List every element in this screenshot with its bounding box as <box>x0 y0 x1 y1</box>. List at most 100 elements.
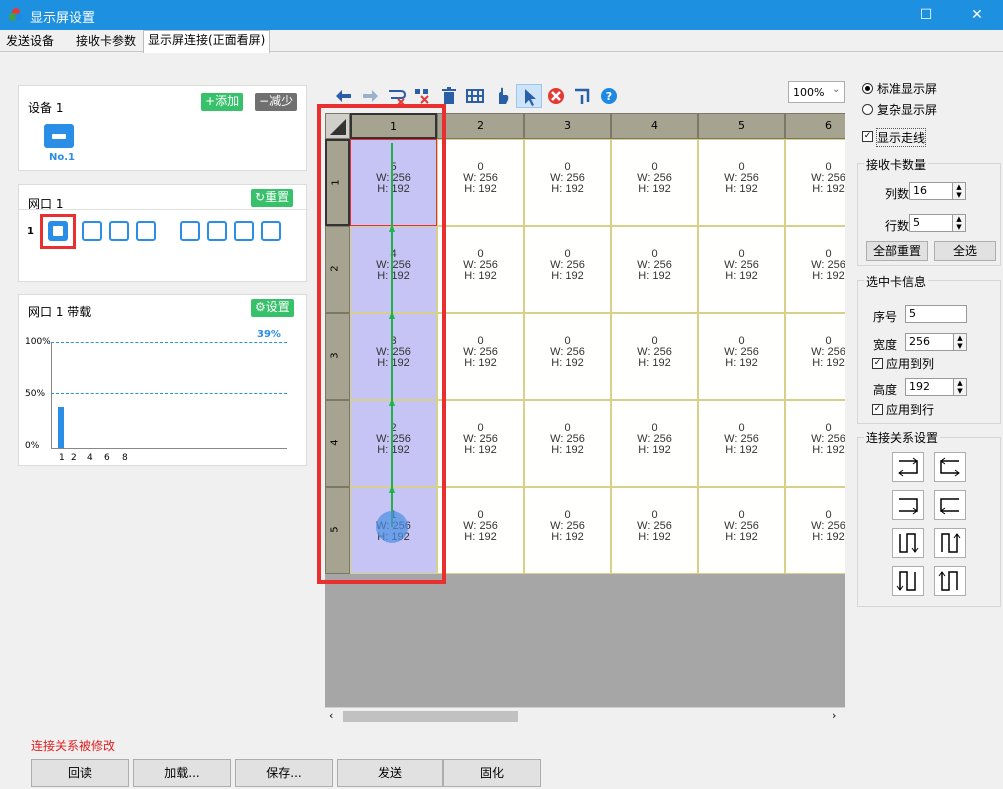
grid-cell[interactable]: 0 W: 256 H: 192 <box>611 487 698 574</box>
zoom-select[interactable]: 100% ⌄ <box>788 81 845 103</box>
grid-cell[interactable]: 0 W: 256 H: 192 <box>785 139 845 226</box>
stepper-arrows-icon[interactable]: ▲ ▼ <box>952 183 965 199</box>
stepper-arrows-icon[interactable]: ▲ ▼ <box>953 334 966 350</box>
stepper-arrows-icon[interactable]: ▲ ▼ <box>953 379 966 395</box>
port-slot[interactable] <box>261 221 281 241</box>
grid-cell[interactable]: 0 W: 256 H: 192 <box>524 226 611 313</box>
conn-up-down-icon[interactable] <box>934 566 966 596</box>
horizontal-scrollbar[interactable]: ‹ › <box>325 707 845 725</box>
grid-cell[interactable]: 0 W: 256 H: 192 <box>785 400 845 487</box>
delete-icon[interactable] <box>439 86 459 106</box>
column-header[interactable]: 6 <box>785 113 845 139</box>
grid-cell[interactable]: 0 W: 256 H: 192 <box>524 400 611 487</box>
grid-cell[interactable]: 0 W: 256 H: 192 <box>611 139 698 226</box>
grid-cell[interactable]: 0 W: 256 H: 192 <box>524 313 611 400</box>
grid-cell[interactable]: 0 W: 256 H: 192 <box>437 313 524 400</box>
column-header[interactable]: 2 <box>437 113 524 139</box>
conn-top-down-icon[interactable] <box>892 528 924 558</box>
grid-cell[interactable]: 0 W: 256 H: 192 <box>437 226 524 313</box>
grid-cell[interactable]: 0 W: 256 H: 192 <box>611 400 698 487</box>
grid-cell[interactable]: 0 W: 256 H: 192 <box>437 487 524 574</box>
grid-cell[interactable]: 0 W: 256 H: 192 <box>524 487 611 574</box>
conn-left-right-up-icon[interactable] <box>892 490 924 520</box>
grid-cell[interactable]: 0 W: 256 H: 192 <box>785 487 845 574</box>
add-device-button[interactable]: +添加 <box>201 93 244 111</box>
solidify-button[interactable]: 固化 <box>443 759 541 787</box>
reset-all-button[interactable]: 全部重置 <box>866 241 928 261</box>
cell-height: H: 192 <box>812 270 845 282</box>
column-header[interactable]: 5 <box>698 113 785 139</box>
apply-column-checkbox[interactable]: ✓ <box>872 358 883 369</box>
grid-cell[interactable]: 0 W: 256 H: 192 <box>611 226 698 313</box>
cell-height: H: 192 <box>551 183 584 195</box>
width-stepper[interactable]: 256 ▲ ▼ <box>905 333 967 351</box>
help-icon[interactable]: ? <box>599 86 619 106</box>
grid-cell[interactable]: 0 W: 256 H: 192 <box>785 313 845 400</box>
complex-screen-radio[interactable] <box>862 104 873 115</box>
hand-icon[interactable] <box>492 86 512 106</box>
conn-down-up-icon[interactable] <box>892 566 924 596</box>
port-slot[interactable] <box>180 221 200 241</box>
readback-button[interactable]: 回读 <box>31 759 129 787</box>
show-wiring-checkbox[interactable]: ✓ <box>862 131 873 142</box>
index-field[interactable]: 5 <box>905 305 967 323</box>
standard-screen-radio[interactable] <box>862 83 873 94</box>
save-button[interactable]: 保存... <box>235 759 333 787</box>
cols-stepper[interactable]: 16 ▲ ▼ <box>909 182 966 200</box>
grid-cell[interactable]: 0 W: 256 H: 192 <box>698 226 785 313</box>
port-slot[interactable] <box>136 221 156 241</box>
rows-stepper[interactable]: 5 ▲ ▼ <box>909 214 966 232</box>
standard-screen-label: 标准显示屏 <box>877 82 938 96</box>
grid-cell[interactable]: 0 W: 256 H: 192 <box>437 139 524 226</box>
grid-cell[interactable]: 0 W: 256 H: 192 <box>785 226 845 313</box>
tab-screen-connection[interactable]: 显示屏连接(正面看屏) <box>143 30 271 53</box>
device-icon[interactable] <box>44 124 74 148</box>
height-stepper[interactable]: 192 ▲ ▼ <box>905 378 967 396</box>
conn-right-left-up-icon[interactable] <box>934 490 966 520</box>
conn-left-right-icon[interactable] <box>892 452 924 482</box>
reset-port-button[interactable]: ↻重置 <box>251 189 294 207</box>
load-settings-button[interactable]: ⚙设置 <box>251 299 294 317</box>
cancel-icon[interactable] <box>546 86 566 106</box>
device-panel-title: 设备 1 <box>28 101 64 115</box>
conn-bottom-up-icon[interactable] <box>934 528 966 558</box>
clear-route-icon[interactable] <box>387 86 407 106</box>
tab-send-device[interactable]: 发送设备 <box>2 32 58 52</box>
apply-row-checkbox[interactable]: ✓ <box>872 404 883 415</box>
maximize-button[interactable]: ☐ <box>904 0 948 30</box>
x-tick: 2 <box>71 453 77 463</box>
stepper-arrows-icon[interactable]: ▲ ▼ <box>952 215 965 231</box>
select-all-button[interactable]: 全选 <box>934 241 996 261</box>
close-button[interactable]: ✕ <box>955 0 999 30</box>
column-header[interactable]: 4 <box>611 113 698 139</box>
grid-cell[interactable]: 0 W: 256 H: 192 <box>698 139 785 226</box>
load-button[interactable]: 加载... <box>133 759 231 787</box>
pointer-tool-active[interactable] <box>516 84 542 108</box>
tab-receive-card[interactable]: 接收卡参数 <box>72 32 140 52</box>
gridline-100 <box>51 342 287 343</box>
scroll-thumb[interactable] <box>343 711 518 722</box>
grid-cell[interactable]: 0 W: 256 H: 192 <box>611 313 698 400</box>
clear-all-icon[interactable] <box>412 86 432 106</box>
grid-cell[interactable]: 0 W: 256 H: 192 <box>698 487 785 574</box>
grid-cell[interactable]: 0 W: 256 H: 192 <box>437 400 524 487</box>
route-mode-icon[interactable] <box>572 86 592 106</box>
grid-cell[interactable]: 0 W: 256 H: 192 <box>524 139 611 226</box>
scroll-right-icon[interactable]: › <box>832 709 836 722</box>
grid-cell[interactable]: 0 W: 256 H: 192 <box>698 400 785 487</box>
conn-right-left-icon[interactable] <box>934 452 966 482</box>
port-slot[interactable] <box>207 221 227 241</box>
cell-height: H: 192 <box>464 270 497 282</box>
redo-icon[interactable] <box>360 86 380 106</box>
port-slot-selected[interactable] <box>48 221 68 241</box>
port-slot[interactable] <box>82 221 102 241</box>
grid-icon[interactable] <box>465 86 485 106</box>
send-button[interactable]: 发送 <box>337 759 443 787</box>
scroll-left-icon[interactable]: ‹ <box>329 709 333 722</box>
grid-cell[interactable]: 0 W: 256 H: 192 <box>698 313 785 400</box>
column-header[interactable]: 3 <box>524 113 611 139</box>
port-slot[interactable] <box>234 221 254 241</box>
port-slot[interactable] <box>109 221 129 241</box>
undo-icon[interactable] <box>334 86 354 106</box>
remove-device-button[interactable]: −减少 <box>255 93 298 111</box>
